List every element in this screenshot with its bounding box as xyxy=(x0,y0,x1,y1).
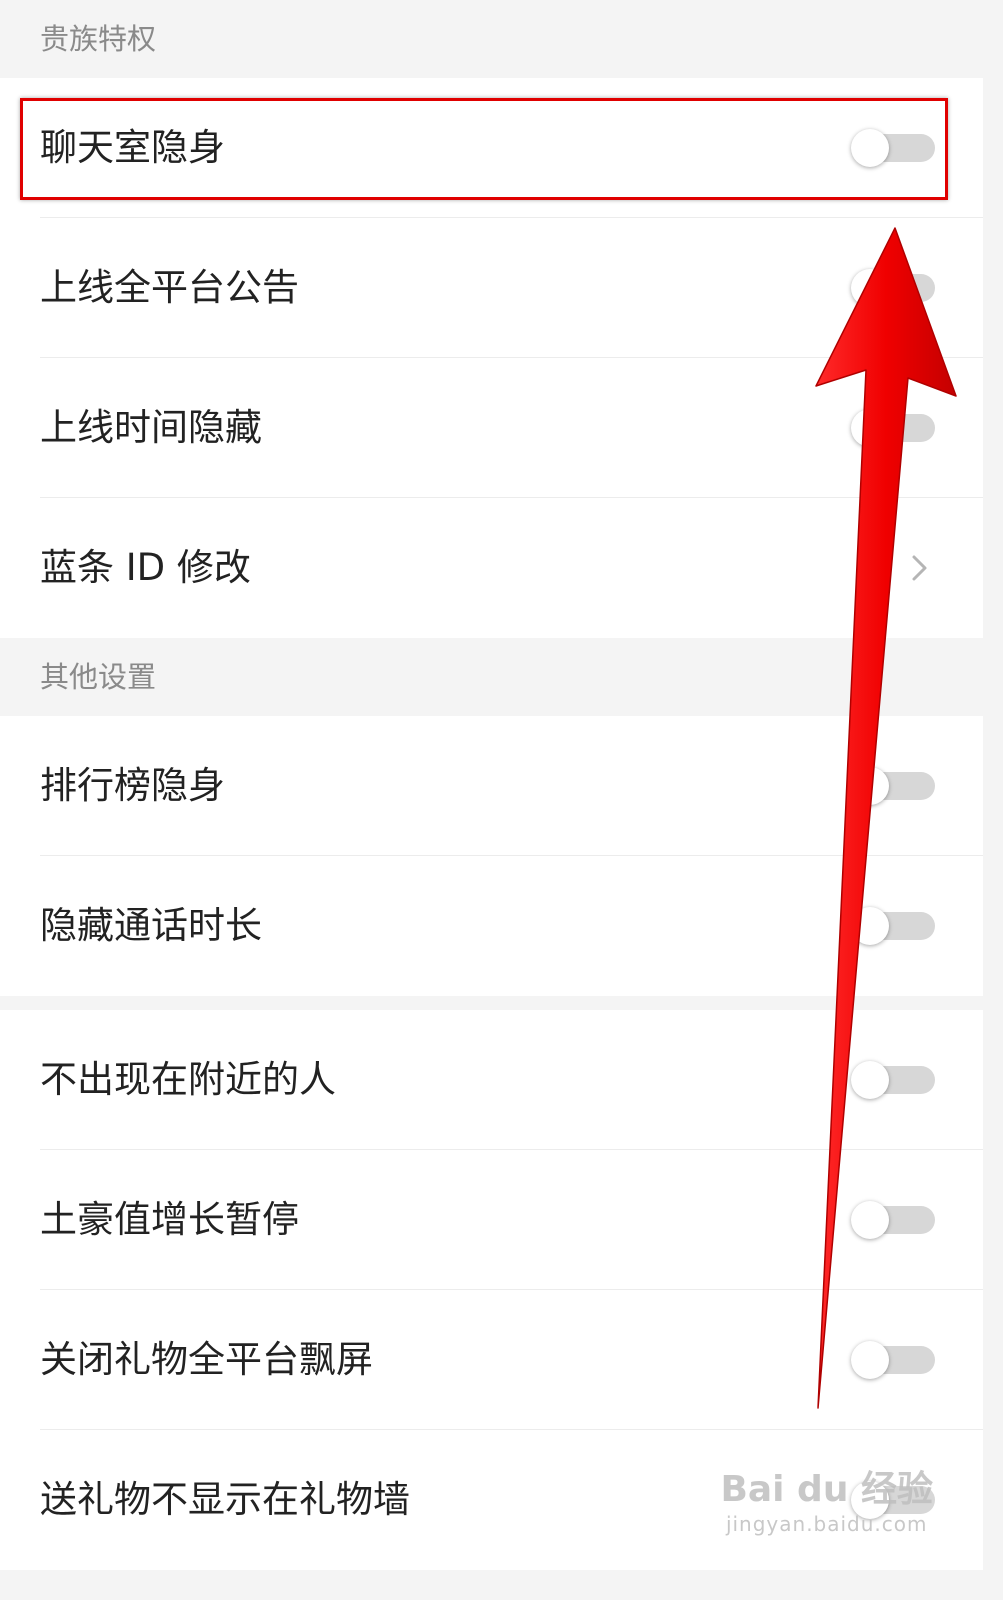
setting-row-pause-wealth-growth[interactable]: 土豪值增长暂停 xyxy=(0,1150,983,1290)
section-header-other-settings: 其他设置 xyxy=(0,638,983,716)
baidu-jingyan-watermark: Bai du 经验 jingyan.baidu.com xyxy=(720,1460,933,1536)
toggle-knob xyxy=(851,907,889,945)
section-header-label: 其他设置 xyxy=(40,660,157,694)
setting-label: 蓝条 ID 修改 xyxy=(40,546,251,589)
online-announcement-toggle[interactable] xyxy=(851,269,935,307)
hide-from-nearby-toggle[interactable] xyxy=(851,1061,935,1099)
setting-label: 上线全平台公告 xyxy=(40,266,299,309)
setting-row-hide-from-nearby[interactable]: 不出现在附近的人 xyxy=(0,1010,983,1150)
setting-label: 关闭礼物全平台飘屏 xyxy=(40,1338,373,1381)
section-header-noble-privileges: 贵族特权 xyxy=(0,0,983,78)
hide-online-time-toggle[interactable] xyxy=(851,409,935,447)
watermark-url: jingyan.baidu.com xyxy=(725,1512,928,1536)
setting-row-ranking-invisible[interactable]: 排行榜隐身 xyxy=(0,716,983,856)
setting-row-disable-gift-banner[interactable]: 关闭礼物全平台飘屏 xyxy=(0,1290,983,1430)
pause-wealth-growth-toggle[interactable] xyxy=(851,1201,935,1239)
section-header-label: 贵族特权 xyxy=(40,22,157,56)
setting-row-hide-online-time[interactable]: 上线时间隐藏 xyxy=(0,358,983,498)
setting-label: 隐藏通话时长 xyxy=(40,904,262,947)
toggle-knob xyxy=(851,1061,889,1099)
setting-label: 送礼物不显示在礼物墙 xyxy=(40,1478,410,1521)
disable-gift-banner-toggle[interactable] xyxy=(851,1341,935,1379)
annotation-highlight-box xyxy=(20,98,948,200)
section-spacer xyxy=(0,996,983,1010)
chevron-right-icon xyxy=(912,555,927,581)
setting-row-online-announcement[interactable]: 上线全平台公告 xyxy=(0,218,983,358)
toggle-knob xyxy=(851,269,889,307)
setting-label: 排行榜隐身 xyxy=(40,764,225,807)
setting-row-hide-call-duration[interactable]: 隐藏通话时长 xyxy=(0,856,983,996)
hide-call-duration-toggle[interactable] xyxy=(851,907,935,945)
ranking-invisible-toggle[interactable] xyxy=(851,767,935,805)
setting-label: 上线时间隐藏 xyxy=(40,406,262,449)
watermark-brand: Bai du 经验 xyxy=(720,1469,933,1510)
setting-label: 土豪值增长暂停 xyxy=(40,1198,299,1241)
toggle-knob xyxy=(851,1341,889,1379)
setting-row-blue-id-edit[interactable]: 蓝条 ID 修改 xyxy=(0,498,983,638)
setting-label: 不出现在附近的人 xyxy=(40,1058,336,1101)
right-edge-strip xyxy=(983,0,1003,1600)
toggle-knob xyxy=(851,767,889,805)
toggle-knob xyxy=(851,409,889,447)
toggle-knob xyxy=(851,1201,889,1239)
